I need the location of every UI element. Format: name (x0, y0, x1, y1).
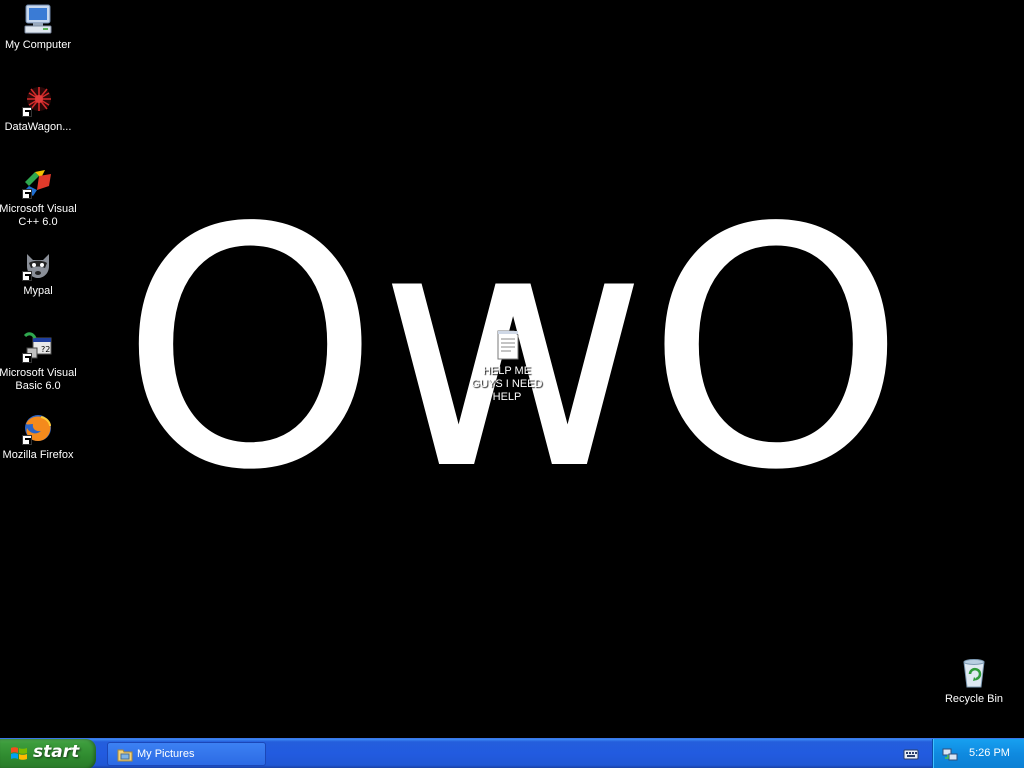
desktop-icon-recycle-bin[interactable]: Recycle Bin (934, 656, 1014, 706)
shortcut-arrow-icon (22, 107, 32, 117)
datawagon-icon (21, 84, 55, 118)
shortcut-arrow-icon (22, 435, 32, 445)
computer-icon (21, 2, 55, 36)
desktop-icon-visual-basic[interactable]: ?2 Microsoft Visual Basic 6.0 (0, 330, 78, 393)
system-tray: 5:26 PM (932, 739, 1024, 768)
desktop-icon-label: My Computer (4, 39, 72, 51)
network-icon[interactable] (942, 746, 958, 762)
desktop-icon-label: Microsoft Visual C++ 6.0 (0, 203, 77, 228)
desktop-icon-my-computer[interactable]: My Computer (0, 2, 78, 52)
desktop-icon-label: Microsoft Visual Basic 6.0 (0, 367, 77, 392)
taskbar-button-my-pictures[interactable]: My Pictures (107, 742, 266, 766)
text-document-icon (490, 328, 524, 362)
shortcut-arrow-icon (22, 189, 32, 199)
desktop-icon-label: DataWagon... (4, 121, 72, 133)
visual-cpp-icon (21, 166, 55, 200)
mypal-icon (21, 248, 55, 282)
folder-icon (117, 749, 133, 762)
windows-logo-icon (11, 747, 27, 760)
taskbar: start My Pictures 5:26 PM (0, 738, 1024, 768)
shortcut-arrow-icon (22, 271, 32, 281)
firefox-icon (21, 412, 55, 446)
desktop-icon-label: HELP ME GUYS I NEED HELP (471, 365, 543, 403)
desktop-icon-label: Mypal (23, 285, 53, 297)
svg-text:?2: ?2 (41, 345, 50, 354)
start-button[interactable]: start (0, 739, 96, 768)
desktop-icon-label: Mozilla Firefox (2, 449, 74, 461)
desktop-icon-help-document[interactable]: HELP ME GUYS I NEED HELP (467, 328, 547, 404)
desktop-icon-datawagon[interactable]: DataWagon... (0, 84, 78, 134)
keyboard-language-icon[interactable] (903, 747, 919, 761)
visual-basic-icon: ?2 (21, 330, 55, 364)
clock[interactable]: 5:26 PM (969, 747, 1010, 759)
desktop-icon-mypal[interactable]: Mypal (0, 248, 78, 298)
taskbar-button-label: My Pictures (137, 748, 195, 760)
desktop-icon-visual-cpp[interactable]: Microsoft Visual C++ 6.0 (0, 166, 78, 229)
start-label: start (33, 742, 80, 762)
desktop: OwO My Computer DataWagon... Microsoft V… (0, 0, 1024, 738)
recycle-bin-icon (957, 656, 991, 690)
desktop-icon-label: Recycle Bin (944, 693, 1004, 705)
desktop-icon-firefox[interactable]: Mozilla Firefox (0, 412, 78, 462)
shortcut-arrow-icon (22, 353, 32, 363)
